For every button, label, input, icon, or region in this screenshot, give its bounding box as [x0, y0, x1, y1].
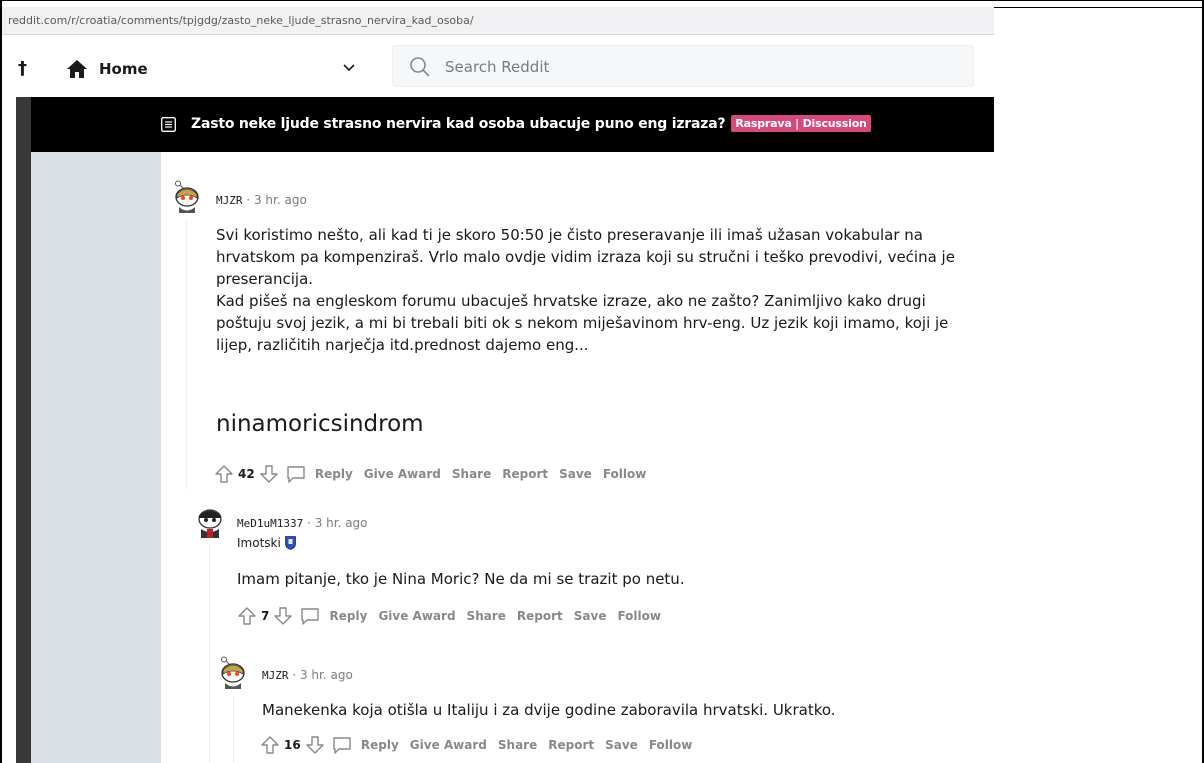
post-title-bar: Zasto neke ljude strasno nervira kad oso…: [31, 97, 994, 152]
follow-button[interactable]: Follow: [603, 467, 647, 481]
save-button[interactable]: Save: [574, 609, 607, 623]
comment-timestamp[interactable]: · 3 hr. ago: [246, 193, 306, 207]
upvote-icon[interactable]: [260, 735, 280, 755]
report-button[interactable]: Report: [548, 738, 594, 752]
url-text[interactable]: reddit.com/r/croatia/comments/tpjgdg/zas…: [8, 14, 474, 27]
post-icon: [161, 117, 176, 132]
comment-timestamp[interactable]: · 3 hr. ago: [292, 668, 352, 682]
comment-paragraph: Svi koristimo nešto, ali kad ti je skoro…: [216, 226, 955, 288]
follow-button[interactable]: Follow: [649, 738, 693, 752]
avatar[interactable]: [218, 656, 248, 690]
give-award-button[interactable]: Give Award: [378, 609, 455, 623]
comment-timestamp[interactable]: · 3 hr. ago: [307, 516, 367, 530]
avatar[interactable]: [172, 180, 202, 214]
save-button[interactable]: Save: [605, 738, 638, 752]
comment-actions: 16 Reply Give Award Share Report Save Follow: [260, 735, 703, 757]
comment-paragraph: Kad pišeš na engleskom forumu ubacuješ h…: [216, 292, 949, 354]
vote-count: 16: [284, 738, 301, 752]
thread-line[interactable]: [209, 545, 210, 763]
search-bar[interactable]: [392, 45, 974, 87]
comment-username[interactable]: MJZR: [262, 669, 289, 682]
comment-large-text: ninamoricsindrom: [216, 411, 424, 437]
frame-left-border: [0, 0, 2, 763]
comment-meta: MeD1uM1337 · 3 hr. ago: [237, 516, 368, 530]
save-button[interactable]: Save: [559, 467, 592, 481]
reddit-header: † Home: [2, 37, 994, 97]
share-button[interactable]: Share: [498, 738, 537, 752]
user-flair-text: Imotski: [237, 536, 281, 550]
vote-count: 42: [238, 467, 255, 481]
give-award-button[interactable]: Give Award: [410, 738, 487, 752]
thread-line[interactable]: [186, 220, 187, 490]
post-title-text[interactable]: Zasto neke ljude strasno nervira kad oso…: [191, 116, 726, 132]
home-label[interactable]: Home: [99, 60, 148, 78]
report-button[interactable]: Report: [517, 609, 563, 623]
comment-actions: 7 Reply Give Award Share Report Save Follow: [237, 606, 672, 628]
upvote-icon[interactable]: [237, 606, 257, 626]
home-icon[interactable]: [66, 59, 88, 79]
comment-body: Svi koristimo nešto, ali kad ti je skoro…: [216, 224, 976, 356]
reply-button[interactable]: Reply: [315, 467, 353, 481]
coat-of-arms-icon: [284, 536, 296, 550]
share-button[interactable]: Share: [467, 609, 506, 623]
comment-bubble-icon[interactable]: [299, 606, 321, 626]
thread-line[interactable]: [233, 696, 234, 763]
comment-bubble-icon[interactable]: [285, 464, 307, 484]
reply-button[interactable]: Reply: [330, 609, 368, 623]
chevron-down-icon[interactable]: [342, 60, 356, 74]
report-button[interactable]: Report: [502, 467, 548, 481]
comment-body: Manekenka koja otišla u Italiju i za dvi…: [262, 701, 836, 719]
avatar[interactable]: [195, 505, 225, 539]
left-gutter: [31, 152, 161, 763]
left-dark-strip: [16, 97, 31, 763]
comment-username[interactable]: MeD1uM1337: [237, 517, 303, 530]
address-bar[interactable]: reddit.com/r/croatia/comments/tpjgdg/zas…: [2, 7, 994, 35]
post-flair[interactable]: Rasprava | Discussion: [731, 115, 871, 132]
follow-button[interactable]: Follow: [617, 609, 661, 623]
search-input[interactable]: [443, 56, 947, 78]
comment-bubble-icon[interactable]: [331, 735, 353, 755]
comment-meta: MJZR · 3 hr. ago: [216, 193, 307, 207]
comment-meta: MJZR · 3 hr. ago: [262, 668, 353, 682]
downvote-icon[interactable]: [273, 606, 293, 626]
downvote-icon[interactable]: [259, 464, 279, 484]
search-icon: [410, 57, 430, 77]
give-award-button[interactable]: Give Award: [364, 467, 441, 481]
share-button[interactable]: Share: [452, 467, 491, 481]
upvote-icon[interactable]: [214, 464, 234, 484]
post-title[interactable]: Zasto neke ljude strasno nervira kad oso…: [191, 115, 871, 132]
vote-count: 7: [261, 609, 270, 623]
frame-top-border: [0, 0, 1204, 1]
dagger-glyph: †: [18, 58, 27, 79]
comment-username[interactable]: MJZR: [216, 194, 243, 207]
reply-button[interactable]: Reply: [361, 738, 399, 752]
comment-body: Imam pitanje, tko je Nina Moric? Ne da m…: [237, 570, 685, 588]
comment-actions: 42 Reply Give Award Share Report Save Follow: [214, 464, 657, 486]
frame-right-border-top: [994, 7, 1204, 8]
user-flair: Imotski: [237, 536, 296, 550]
downvote-icon[interactable]: [305, 735, 325, 755]
